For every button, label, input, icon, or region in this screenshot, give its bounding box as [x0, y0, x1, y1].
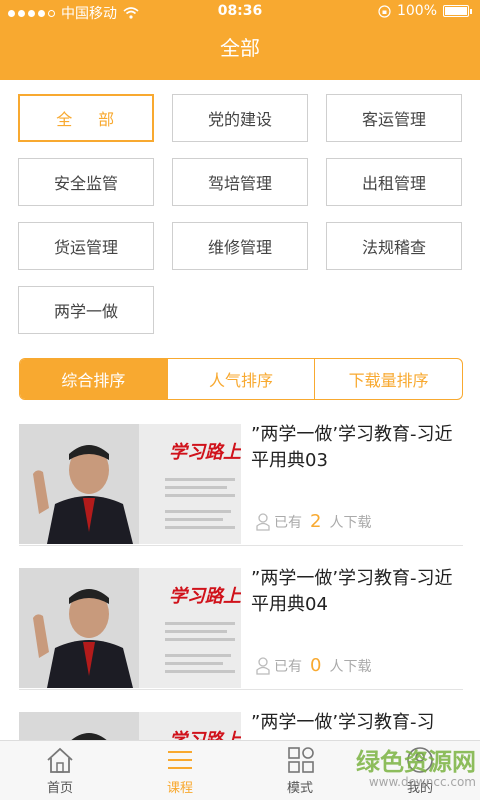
page-title: 全部	[220, 36, 260, 60]
menu-icon	[168, 751, 192, 769]
user-icon	[256, 656, 270, 675]
download-count: 已有 2 人下载	[256, 511, 371, 532]
category-party-building[interactable]: 党的建设	[172, 94, 308, 142]
category-safety-supervision[interactable]: 安全监管	[18, 158, 154, 206]
sort-tabs: 综合排序 人气排序 下载量排序	[19, 358, 463, 400]
watermark-main: 绿色资源网	[356, 748, 476, 776]
tab-mode[interactable]: 模式	[240, 741, 360, 800]
app-header: 中国移动 08:36 100% 全部	[0, 0, 480, 80]
category-taxi-management[interactable]: 出租管理	[326, 158, 462, 206]
category-passenger-transport[interactable]: 客运管理	[326, 94, 462, 142]
item-title: ”两学一做’学习教育-习近平用典04	[251, 568, 453, 615]
user-icon	[256, 512, 270, 531]
sort-comprehensive[interactable]: 综合排序	[20, 359, 167, 399]
rotation-lock-icon	[378, 4, 391, 18]
tab-home-label: 首页	[46, 781, 73, 796]
tab-courses-label: 课程	[166, 781, 193, 796]
category-freight[interactable]: 货运管理	[18, 222, 154, 270]
downloads-suffix: 人下载	[329, 658, 372, 675]
status-bar: 中国移动 08:36 100%	[0, 0, 480, 24]
list-item[interactable]: 学习路上 ”两学一做’学习教育-习近平用典04 已有 0 人下载	[19, 556, 463, 690]
battery-icon	[443, 5, 469, 17]
home-icon	[47, 747, 73, 773]
downloads-prefix: 已有	[274, 658, 302, 675]
item-title: ”两学一做’学习教育-习近平用典03	[251, 424, 453, 471]
watermark-sub: www.downcc.com	[368, 775, 476, 789]
downloads-prefix: 已有	[274, 514, 302, 531]
downloads-number: 0	[310, 655, 322, 676]
thumbnail-text: 学习路上	[169, 586, 241, 607]
downloads-suffix: 人下载	[329, 514, 372, 531]
thumbnail-image: 学习路上	[19, 568, 241, 688]
category-driver-training[interactable]: 驾培管理	[172, 158, 308, 206]
tab-mode-label: 模式	[286, 781, 313, 796]
thumbnail-text: 学习路上	[169, 442, 241, 463]
download-count: 已有 0 人下载	[256, 655, 371, 676]
sort-popularity[interactable]: 人气排序	[166, 359, 315, 399]
tab-home[interactable]: 首页	[0, 741, 120, 800]
list-item[interactable]: 学习路上 ”两学一做’学习教育-习近平用典03 已有 2 人下载	[19, 412, 463, 546]
battery-percent: 100%	[396, 3, 437, 19]
category-all[interactable]: 全 部	[18, 94, 154, 142]
tab-courses[interactable]: 课程	[120, 741, 240, 800]
downloads-number: 2	[310, 511, 322, 532]
category-maintenance[interactable]: 维修管理	[172, 222, 308, 270]
item-title: ”两学一做’学习教育-习	[251, 712, 435, 733]
category-regulation-inspection[interactable]: 法规稽查	[326, 222, 462, 270]
sort-downloads[interactable]: 下载量排序	[314, 359, 462, 399]
watermark: 绿色资源网 www.downcc.com	[356, 742, 476, 789]
grid-icon	[288, 747, 314, 773]
thumbnail-image: 学习路上	[19, 424, 241, 544]
category-two-studies[interactable]: 两学一做	[18, 286, 154, 334]
